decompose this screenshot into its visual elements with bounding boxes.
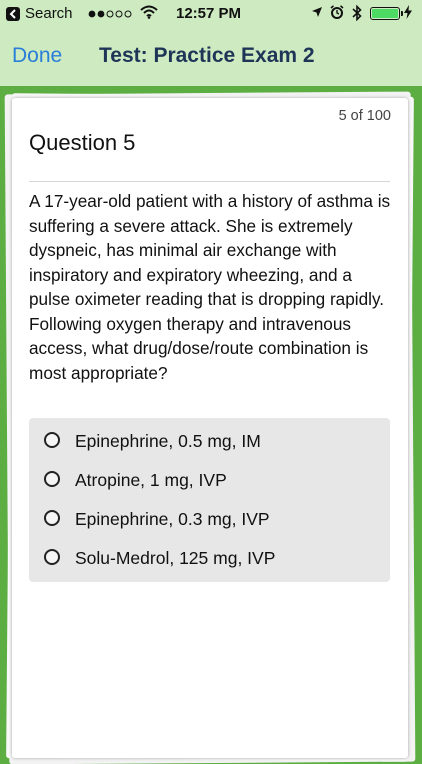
charging-bolt-icon: [404, 5, 412, 19]
radio-button[interactable]: [44, 471, 60, 487]
answer-option-label: Atropine, 1 mg, IVP: [75, 470, 227, 490]
answer-option[interactable]: Atropine, 1 mg, IVP: [29, 461, 390, 500]
back-to-app-icon[interactable]: [6, 7, 20, 21]
status-time: 12:57 PM: [176, 5, 242, 22]
answer-options: Epinephrine, 0.5 mg, IM Atropine, 1 mg, …: [29, 418, 390, 582]
bluetooth-icon: [352, 5, 362, 21]
back-to-app-label[interactable]: Search: [25, 5, 73, 23]
answer-option[interactable]: Epinephrine, 0.3 mg, IVP: [29, 500, 390, 539]
answer-option-label: Solu-Medrol, 125 mg, IVP: [75, 548, 276, 568]
radio-button[interactable]: [44, 510, 60, 526]
signal-strength-icon: [88, 10, 132, 18]
answer-option-label: Epinephrine, 0.3 mg, IVP: [75, 509, 270, 529]
radio-button[interactable]: [44, 432, 60, 448]
page-title: Test: Practice Exam 2: [99, 44, 315, 67]
status-bar: Search 12:57 PM: [0, 0, 422, 28]
radio-button[interactable]: [44, 549, 60, 565]
answer-option[interactable]: Solu-Medrol, 125 mg, IVP: [29, 539, 390, 578]
question-counter: 5 of 100: [338, 108, 391, 124]
location-arrow-icon: [312, 7, 322, 17]
alarm-clock-icon: [330, 5, 344, 19]
question-title: Question 5: [29, 130, 136, 155]
divider: [29, 181, 390, 182]
question-card: 5 of 100 Question 5 A 17-year-old patien…: [12, 98, 408, 758]
question-text: A 17-year-old patient with a history of …: [29, 191, 391, 383]
battery-icon: [370, 7, 403, 20]
answer-option[interactable]: Epinephrine, 0.5 mg, IM: [29, 422, 390, 461]
done-button[interactable]: Done: [12, 44, 62, 68]
answer-option-label: Epinephrine, 0.5 mg, IM: [75, 431, 261, 451]
wifi-icon: [140, 5, 158, 19]
navigation-bar: Done Test: Practice Exam 2: [0, 28, 422, 86]
